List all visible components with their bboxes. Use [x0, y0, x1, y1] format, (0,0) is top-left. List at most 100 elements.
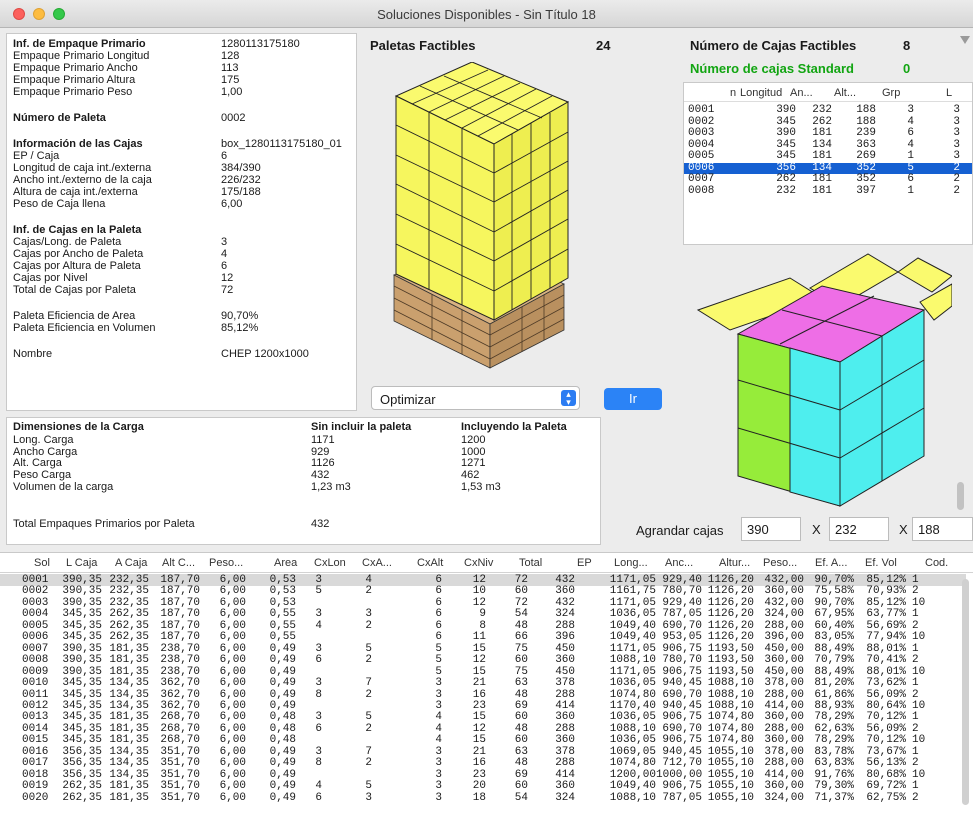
solutions-row[interactable]: 0006 345,35 262,35 187,70 6,00 0,55 6 11 66 396 10…: [0, 631, 966, 643]
solutions-cell: 2: [365, 757, 372, 770]
solutions-cell: 1088,10: [707, 677, 754, 690]
solutions-column-header[interactable]: L Caja: [66, 557, 97, 569]
solutions-cell: 360,00: [764, 654, 804, 667]
mini-table-row[interactable]: 0002 345 262 188 4 3: [684, 116, 972, 128]
solutions-cell: 378: [555, 677, 575, 690]
enlarge-width-input[interactable]: 232: [829, 517, 889, 541]
solutions-cell: 0005: [22, 619, 49, 632]
mini-table-row[interactable]: 0003 390 181 239 6 3: [684, 127, 972, 139]
solutions-column-header[interactable]: Total: [519, 557, 542, 569]
solutions-cell: 0015: [22, 734, 49, 747]
solutions-column-header[interactable]: Alt C...: [162, 557, 195, 569]
solutions-column-header[interactable]: Sol: [34, 557, 50, 569]
load-value-with-pallet: 1,53 m3: [461, 480, 501, 493]
solutions-cell: 1074,80: [609, 757, 656, 770]
solutions-cell: 48: [514, 688, 528, 701]
solutions-cell: 3: [435, 677, 442, 690]
info-label: Información de las Cajas: [13, 138, 143, 150]
load-col1-header: Sin incluir la paleta: [311, 421, 412, 433]
mini-table-cell: 188: [856, 104, 876, 116]
solutions-table-body[interactable]: 0001 390,35 232,35 187,70 6,00 0,53 3 4 6 12 72 432…: [0, 573, 973, 835]
solutions-cell: 3: [315, 574, 322, 586]
solutions-cell: 6: [435, 596, 442, 609]
solutions-column-header[interactable]: EP: [577, 557, 592, 569]
solutions-column-header[interactable]: Anc...: [665, 557, 693, 569]
solutions-row[interactable]: 0014 345,35 181,35 268,70 6,00 0,48 6 2 4 12 48 288…: [0, 723, 966, 735]
info-label: Altura de caja int./externa: [13, 186, 138, 198]
solutions-column-header[interactable]: CxAlt: [417, 557, 443, 569]
pallet-info-panel: Inf. de Empaque Primario 1280113175180 Emp…: [6, 33, 357, 411]
solutions-column-header[interactable]: CxNiv: [464, 557, 493, 569]
mini-table-row[interactable]: 0001 390 232 188 3 3: [684, 104, 972, 116]
mini-table-header[interactable]: Longitud: [740, 87, 782, 99]
optimize-select[interactable]: Optimizar ▴ ▾: [371, 386, 580, 410]
solutions-cell: 6: [435, 631, 442, 644]
mini-table-cell: 363: [856, 138, 876, 151]
solutions-column-header[interactable]: Long...: [614, 557, 648, 569]
panel-collapse-triangle-icon[interactable]: [960, 36, 970, 44]
solutions-scrollbar[interactable]: [962, 579, 969, 805]
solutions-row[interactable]: 0005 345,35 262,35 187,70 6,00 0,55 4 2 6 8 48 288 1…: [0, 620, 966, 632]
solutions-column-header[interactable]: Peso...: [763, 557, 797, 569]
solutions-cell: 6,00: [219, 768, 246, 781]
box-options-table[interactable]: n Longitud An... Alt... Grp L 0001 390 232 188 3 3 0…: [683, 82, 973, 245]
mini-table-header[interactable]: Grp: [882, 87, 900, 99]
solutions-row[interactable]: 0010 345,35 134,35 362,70 6,00 0,49 3 7 3 21 63 378…: [0, 677, 966, 689]
solutions-column-header[interactable]: A Caja: [115, 557, 147, 569]
solutions-row[interactable]: 0008 390,35 181,35 238,70 6,00 0,49 6 2 5 12 60 360…: [0, 654, 966, 666]
load-value-with-pallet: 1200: [461, 434, 486, 446]
solutions-cell: 5: [435, 654, 442, 667]
solutions-cell: 0008: [22, 654, 49, 667]
solutions-row[interactable]: 0007 390,35 181,35 238,70 6,00 0,49 3 5 5 15 75 450…: [0, 643, 966, 655]
mini-table-row[interactable]: 0006 356 134 352 5 2: [684, 162, 972, 174]
load-label: Ancho Carga: [13, 445, 78, 458]
mini-table-header[interactable]: L: [946, 87, 952, 99]
solutions-row[interactable]: 0013 345,35 181,35 268,70 6,00 0,48 3 5 4 15 60 360…: [0, 711, 966, 723]
solutions-row[interactable]: 0001 390,35 232,35 187,70 6,00 0,53 3 4 6 12 72 432…: [0, 574, 966, 586]
mini-table-header[interactable]: An...: [790, 87, 813, 99]
solutions-cell: 3: [315, 745, 322, 758]
solutions-row[interactable]: 0019 262,35 181,35 351,70 6,00 0,49 4 5 3 20 60 360…: [0, 780, 966, 792]
solutions-row[interactable]: 0018 356,35 134,35 351,70 6,00 0,49 3 23 69 414 12…: [0, 769, 966, 781]
solutions-row[interactable]: 0016 356,35 134,35 351,70 6,00 0,49 3 7 3 21 63 378…: [0, 746, 966, 758]
mini-table-header[interactable]: Alt...: [834, 87, 856, 99]
solutions-column-header[interactable]: Ef. Vol: [865, 557, 897, 569]
mini-table-header[interactable]: n: [730, 87, 736, 99]
mini-table-cell: 3: [953, 138, 960, 151]
solutions-cell: 10: [912, 596, 926, 609]
solutions-row[interactable]: 0012 345,35 134,35 362,70 6,00 0,49 3 23 69 414 11…: [0, 700, 966, 712]
solutions-row[interactable]: 0020 262,35 181,35 351,70 6,00 0,49 6 3 3 18 54 324…: [0, 792, 966, 804]
solutions-column-header[interactable]: Altur...: [719, 557, 750, 569]
solutions-column-header[interactable]: CxA...: [362, 557, 392, 569]
solutions-row[interactable]: 0004 345,35 262,35 187,70 6,00 0,55 3 3 6 9 54 324 1…: [0, 608, 966, 620]
info-label: Cajas/Long. de Paleta: [13, 236, 122, 248]
solutions-column-header[interactable]: Area: [274, 557, 297, 569]
solutions-row[interactable]: 0017 356,35 134,35 351,70 6,00 0,49 8 2 3 16 48 288…: [0, 757, 966, 769]
mini-table-row[interactable]: 0004 345 134 363 4 3: [684, 138, 972, 151]
solutions-column-header[interactable]: Ef. A...: [815, 557, 847, 569]
solutions-column-header[interactable]: CxLon: [314, 557, 346, 569]
solutions-row[interactable]: 0003 390,35 232,35 187,70 6,00 0,53 6 12 72 432 11…: [0, 597, 966, 609]
solutions-row[interactable]: 0015 345,35 181,35 268,70 6,00 0,48 4 15 60 360 10…: [0, 734, 966, 746]
solutions-column-header[interactable]: Cod.: [925, 557, 948, 569]
solutions-row[interactable]: 0009 390,35 181,35 238,70 6,00 0,49 5 15 75 450 11…: [0, 666, 966, 678]
load-dimensions-panel: Dimensiones de la Carga Sin incluir la pa…: [6, 417, 601, 545]
mini-table-row[interactable]: 0007 262 181 352 6 2: [684, 173, 972, 185]
solutions-cell: 72: [514, 596, 528, 609]
go-button[interactable]: Ir: [604, 388, 662, 410]
solutions-column-header[interactable]: Peso...: [209, 557, 243, 569]
info-value: 175/188: [221, 186, 261, 198]
solutions-cell: 69: [514, 768, 528, 781]
solutions-cell: 80,68%: [866, 768, 906, 781]
enlarge-length-input[interactable]: 390: [741, 517, 801, 541]
times-label-1: X: [812, 522, 821, 537]
box-view-scrollbar[interactable]: [957, 482, 964, 510]
mini-table-row[interactable]: 0008 232 181 397 1 2: [684, 185, 972, 197]
solutions-table[interactable]: Sol L Caja A Caja Alt C... Peso... Area CxLon C…: [0, 552, 973, 835]
solutions-cell: 18: [472, 791, 486, 804]
solutions-cell: 5: [365, 711, 372, 724]
solutions-row[interactable]: 0002 390,35 232,35 187,70 6,00 0,53 5 2 6 10 60 360…: [0, 585, 966, 597]
mini-table-row[interactable]: 0005 345 181 269 1 3: [684, 150, 972, 162]
solutions-row[interactable]: 0011 345,35 134,35 362,70 6,00 0,49 8 2 3 16 48 288…: [0, 689, 966, 701]
enlarge-height-input[interactable]: 188: [912, 517, 973, 541]
